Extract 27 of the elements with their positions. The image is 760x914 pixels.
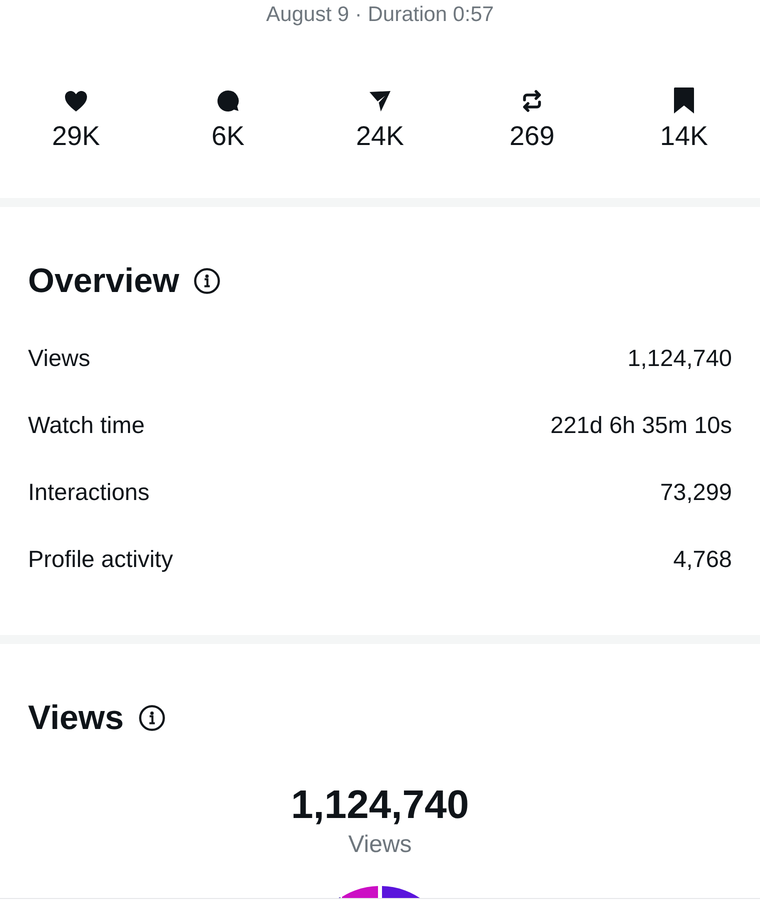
info-icon[interactable] (138, 705, 165, 731)
video-date-duration: August 9 · Duration 0:57 (266, 2, 494, 28)
metric-value: 4,768 (673, 546, 732, 573)
stat-count: 269 (509, 120, 555, 152)
donut-slice (342, 886, 378, 898)
loop-arrows-icon (521, 88, 543, 112)
info-icon[interactable] (194, 268, 220, 294)
metric-label: Views (28, 345, 90, 372)
bookmark-icon (672, 87, 696, 114)
metric-value: 73,299 (660, 479, 732, 506)
donut-slice (382, 886, 420, 898)
total-views-label: Views (348, 831, 412, 859)
stat-count: 14K (660, 120, 708, 152)
stat-count: 29K (52, 120, 100, 152)
metric-label: Interactions (28, 479, 150, 506)
total-views-count: 1,124,740 (291, 782, 469, 829)
metric-label: Watch time (28, 412, 145, 439)
metric-value: 1,124,740 (627, 345, 732, 372)
metric-label: Profile activity (28, 546, 173, 573)
stat-count: 24K (356, 120, 404, 152)
heart-icon (64, 90, 88, 112)
paper-plane-icon (368, 90, 392, 112)
section-title: Views (28, 698, 124, 738)
speech-bubble-icon (216, 88, 240, 112)
metric-value: 221d 6h 35m 10s (550, 412, 732, 439)
section-title: Overview (28, 261, 180, 301)
stat-count: 6K (211, 120, 245, 152)
